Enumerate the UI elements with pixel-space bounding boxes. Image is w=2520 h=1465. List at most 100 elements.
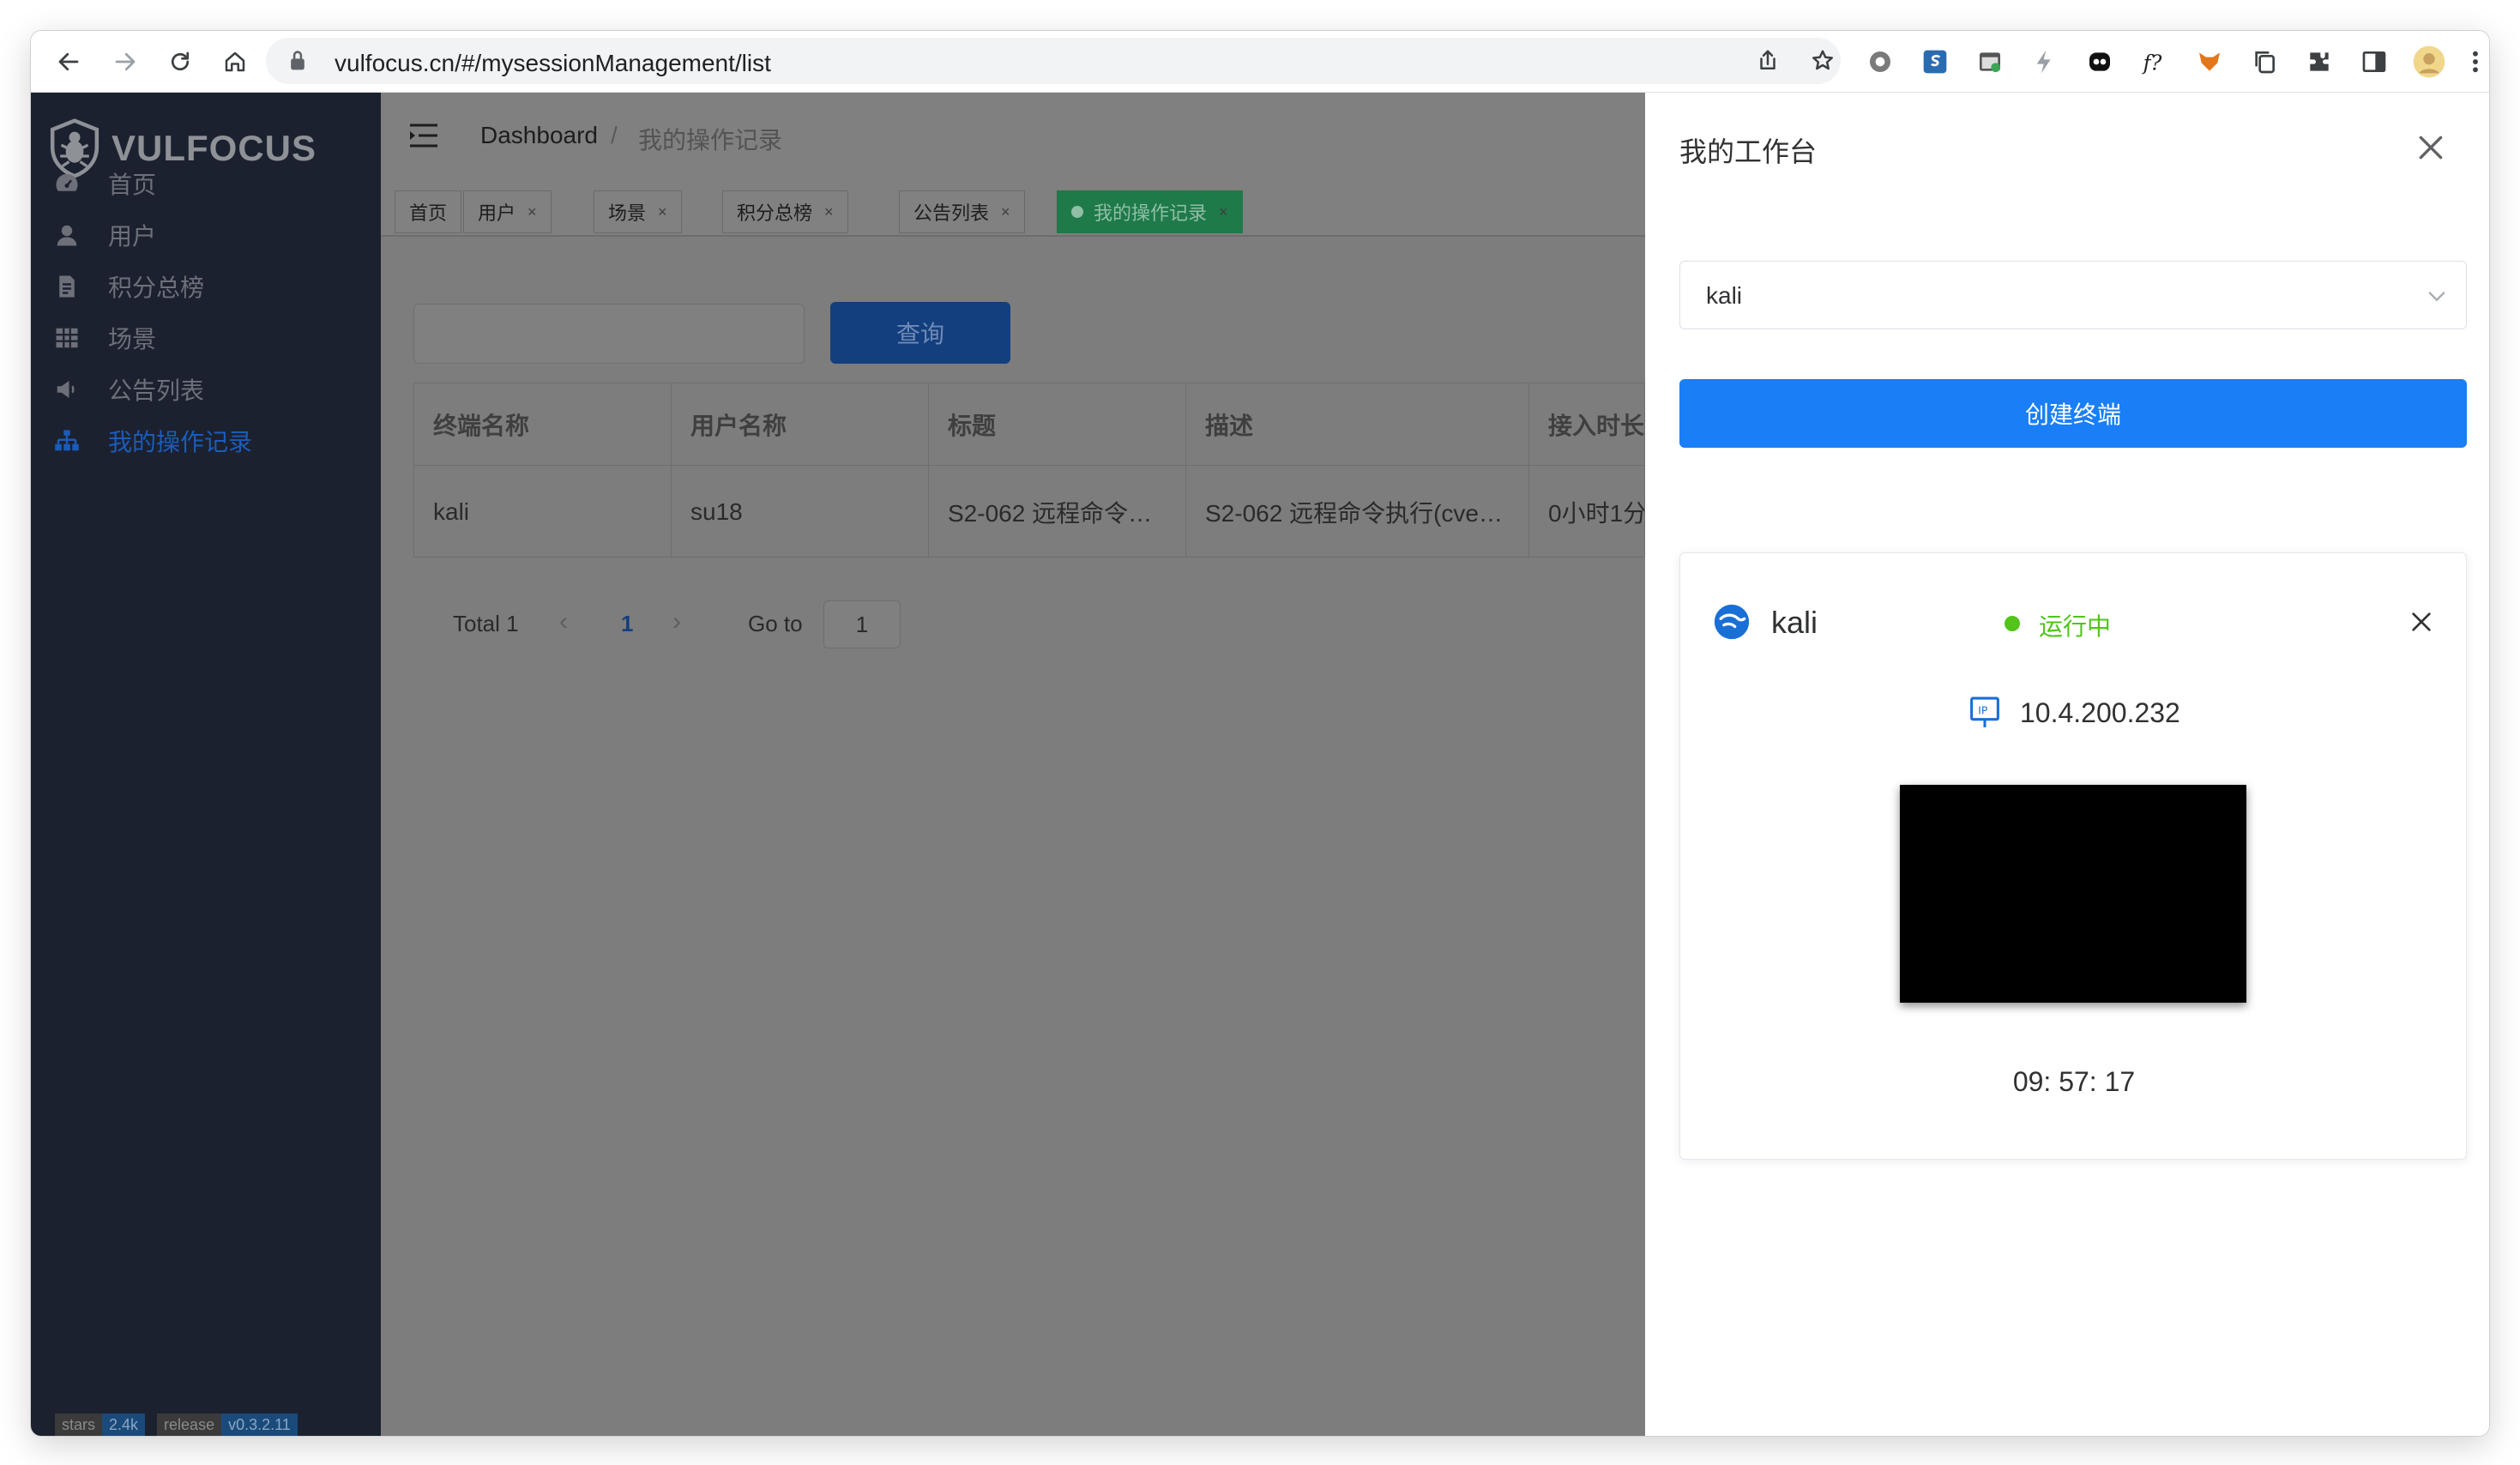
tag-ranking[interactable]: 积分总榜 × xyxy=(722,190,848,233)
close-icon[interactable]: × xyxy=(658,203,667,221)
tag-my-records[interactable]: 我的操作记录 × xyxy=(1057,190,1243,233)
sidebar-item-label: 用户 xyxy=(108,223,157,250)
column-header: 用户名称 xyxy=(672,383,929,466)
tag-scenes[interactable]: 场景 × xyxy=(594,190,682,233)
star-icon[interactable] xyxy=(1810,48,1836,74)
tag-announcements[interactable]: 公告列表 × xyxy=(899,190,1025,233)
records-table: 终端名称 用户名称 标题 描述 接入时长 kali su18 S2-062 远程… xyxy=(413,383,1645,558)
forward-button[interactable] xyxy=(105,41,146,82)
chevron-down-icon xyxy=(2428,292,2445,302)
sidebar-item-label: 场景 xyxy=(108,326,157,353)
table-cell: 0小时1分 xyxy=(1529,466,1644,557)
arrow-right-icon xyxy=(115,52,136,71)
extension-copy-icon[interactable] xyxy=(2246,43,2283,81)
release-badge[interactable]: release v0.3.2.11 xyxy=(157,1414,298,1436)
tree-icon xyxy=(53,427,81,455)
goto-label: Go to xyxy=(748,611,803,636)
close-icon[interactable]: × xyxy=(1219,203,1228,221)
back-button[interactable] xyxy=(48,41,89,82)
badge-value: v0.3.2.11 xyxy=(221,1414,298,1436)
table-cell: S2-062 远程命令… xyxy=(929,466,1186,557)
close-icon[interactable]: × xyxy=(528,203,537,221)
terminal-card: kali 运行中 IP 10.4.200.232 09: 57: 17 xyxy=(1679,552,2467,1160)
lock-icon xyxy=(291,51,304,70)
query-button[interactable]: 查询 xyxy=(830,302,1010,364)
column-header: 描述 xyxy=(1186,383,1529,466)
sidebar-item-label: 我的操作记录 xyxy=(108,429,253,455)
extensions-puzzle-icon[interactable] xyxy=(2300,43,2338,81)
side-panel-icon[interactable] xyxy=(2355,43,2393,81)
column-header: 终端名称 xyxy=(414,383,672,466)
table-cell: kali xyxy=(414,466,672,557)
terminal-select[interactable]: kali xyxy=(1679,261,2467,329)
user-icon xyxy=(53,221,81,249)
next-page-button[interactable]: › xyxy=(672,607,681,636)
tag-home[interactable]: 首页 xyxy=(395,190,462,233)
svg-text:f?: f? xyxy=(2142,51,2162,75)
workbench-drawer: 我的工作台 kali 创建终端 kali 运行中 IP 10.4.200.232 xyxy=(1645,93,2489,1436)
ip-address: 10.4.200.232 xyxy=(2020,697,2180,728)
badge-value: 2.4k xyxy=(102,1414,146,1436)
hamburger-icon[interactable] xyxy=(408,122,439,149)
sidebar-item-label: 积分总榜 xyxy=(108,274,205,301)
extension-circle-icon[interactable] xyxy=(1861,43,1899,81)
extension-fox-icon[interactable] xyxy=(2191,43,2228,81)
terminal-name: kali xyxy=(1771,605,1818,640)
select-value: kali xyxy=(1706,282,1743,309)
column-header: 标题 xyxy=(929,383,1186,466)
reload-icon xyxy=(171,51,190,71)
browser-toolbar: vulfocus.cn/#/mysessionManagement/list f… xyxy=(31,31,2489,93)
breadcrumb-separator: / xyxy=(611,122,618,148)
terminal-preview[interactable] xyxy=(1900,785,2246,1003)
sidebar-item-label: 首页 xyxy=(108,172,157,198)
close-icon[interactable]: × xyxy=(824,203,834,221)
tag-label: 我的操作记录 xyxy=(1094,202,1208,224)
extension-font-icon[interactable]: f? xyxy=(2136,43,2173,81)
create-terminal-button[interactable]: 创建终端 xyxy=(1679,379,2467,448)
sidebar-item-my-records[interactable]: 我的操作记录 xyxy=(31,407,381,475)
session-timer: 09: 57: 17 xyxy=(2012,1066,2136,1097)
top-navbar: Dashboard / 我的操作记录 xyxy=(381,93,1645,177)
sidebar-badges: stars 2.4k release v0.3.2.11 xyxy=(55,1414,298,1436)
page-number[interactable]: 1 xyxy=(621,611,633,637)
arrow-left-icon xyxy=(58,52,79,71)
browser-menu-icon[interactable] xyxy=(2465,43,2486,81)
close-icon[interactable] xyxy=(2408,608,2435,636)
home-button[interactable] xyxy=(214,41,256,82)
main-content: Dashboard / 我的操作记录 首页 用户 × 场景 × 积分总榜 × 公… xyxy=(381,93,1645,1436)
tag-label: 积分总榜 xyxy=(737,202,813,224)
ip-icon: IP xyxy=(1970,696,1999,727)
goto-page-input[interactable]: 1 xyxy=(823,600,901,648)
search-input[interactable] xyxy=(413,304,805,364)
reload-button[interactable] xyxy=(160,41,201,82)
tag-label: 场景 xyxy=(608,202,647,224)
close-icon[interactable]: × xyxy=(1001,203,1010,221)
badge-key: stars xyxy=(55,1414,103,1436)
tag-users[interactable]: 用户 × xyxy=(463,190,552,233)
extension-bolt-icon[interactable] xyxy=(2026,43,2064,81)
share-icon[interactable] xyxy=(1755,48,1781,74)
speaker-icon xyxy=(53,376,81,403)
prev-page-button[interactable]: ‹ xyxy=(559,607,568,636)
active-dot xyxy=(1071,206,1083,218)
extension-mask-icon[interactable] xyxy=(2081,43,2119,81)
extension-calendar-icon[interactable] xyxy=(1971,43,2009,81)
url-text: vulfocus.cn/#/mysessionManagement/list xyxy=(335,50,771,76)
stars-badge[interactable]: stars 2.4k xyxy=(55,1414,146,1436)
tag-label: 用户 xyxy=(478,202,516,224)
svg-text:IP: IP xyxy=(1978,705,1987,717)
breadcrumb-current: 我的操作记录 xyxy=(638,127,783,154)
extension-s-icon[interactable] xyxy=(1916,43,1954,81)
badge-key: release xyxy=(157,1414,222,1436)
address-bar[interactable]: vulfocus.cn/#/mysessionManagement/list xyxy=(266,38,1841,84)
column-header: 接入时长 xyxy=(1529,383,1644,466)
status-dot xyxy=(2005,616,2020,631)
tag-label: 公告列表 xyxy=(913,202,990,224)
document-icon xyxy=(53,273,81,300)
close-icon[interactable] xyxy=(2414,130,2448,165)
profile-avatar[interactable] xyxy=(2410,43,2448,81)
dashboard-icon xyxy=(53,170,81,197)
kali-logo-icon xyxy=(1714,604,1750,640)
breadcrumb-dashboard[interactable]: Dashboard xyxy=(480,122,598,149)
status-badge: 运行中 xyxy=(2039,613,2112,640)
